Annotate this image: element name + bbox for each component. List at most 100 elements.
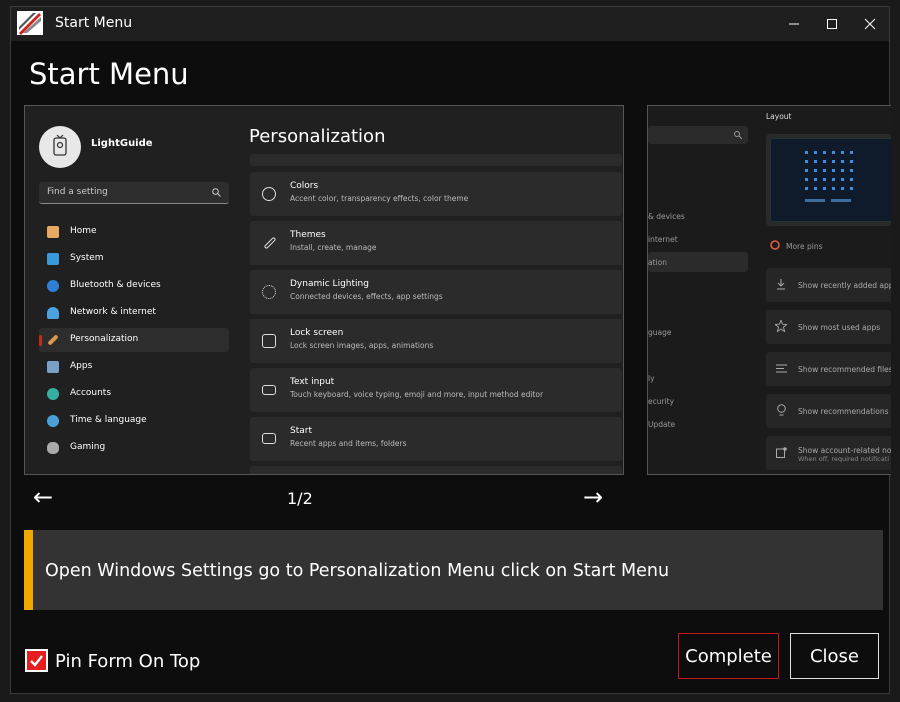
pin-form-checkbox[interactable] <box>25 649 48 672</box>
card-partial <box>250 154 622 166</box>
nav-fragment: Update <box>648 420 676 429</box>
nav-label: Personalization <box>70 334 139 344</box>
next-image-button[interactable]: → <box>583 485 603 509</box>
checkmark-icon <box>30 655 43 667</box>
page-title: Start Menu <box>29 57 189 91</box>
start-icon <box>262 433 276 444</box>
close-icon <box>864 18 876 30</box>
search-box <box>648 126 748 144</box>
card-text-input: Text input Touch keyboard, voice typing, … <box>250 368 622 412</box>
layout-label: Layout <box>766 112 792 121</box>
more-pins-label: More pins <box>786 242 823 251</box>
badge-icon <box>53 134 67 156</box>
nav-fragment: guage <box>648 328 672 337</box>
carousel-image-next: & devices internet ation guage ly ecurit… <box>647 105 891 475</box>
option-row: Show recommended files <box>766 352 891 386</box>
close-window-button[interactable] <box>851 7 889 41</box>
nav-item-accounts: Accounts <box>39 382 229 406</box>
start-preview <box>770 138 891 222</box>
lock-screen-icon <box>262 334 276 348</box>
nav-label: Apps <box>70 361 93 371</box>
palette-icon <box>262 187 276 201</box>
pin-grid-icon <box>805 151 853 202</box>
card-title: Colors <box>290 181 319 191</box>
list-icon <box>776 364 787 373</box>
apps-icon <box>47 361 59 373</box>
nav-item-system: System <box>39 247 229 271</box>
nav-fragment: ly <box>648 374 655 383</box>
pager-indicator: 1/2 <box>287 489 313 508</box>
avatar <box>39 126 81 168</box>
complete-button[interactable]: Complete <box>678 633 779 679</box>
card-title: Lock screen <box>290 328 344 338</box>
card-start: Start Recent apps and items, folders <box>250 417 622 461</box>
card-subtitle: Accent color, transparency effects, colo… <box>290 194 469 203</box>
nav-label: Accounts <box>70 388 112 398</box>
search-icon <box>212 188 221 197</box>
option-sublabel: When off, required notificati <box>798 455 890 463</box>
window-title: Start Menu <box>55 15 133 31</box>
settings-search: Find a setting <box>39 182 229 204</box>
nav-item-time-language: Time & language <box>39 409 229 433</box>
nav-label: Home <box>70 226 97 236</box>
carousel-image-current: LightGuide Find a setting Home System Bl… <box>24 105 624 475</box>
instruction-panel: Open Windows Settings go to Personalizat… <box>24 530 883 610</box>
account-name: LightGuide <box>91 138 153 149</box>
nav-item-network: Network & internet <box>39 301 229 325</box>
option-label: Show recommended files <box>798 365 891 374</box>
keyboard-icon <box>262 385 276 395</box>
card-lock-screen: Lock screen Lock screen images, apps, ani… <box>250 319 622 363</box>
star-icon <box>775 320 787 332</box>
maximize-button[interactable] <box>813 7 851 41</box>
nav-item-gaming: Gaming <box>39 436 229 460</box>
card-title: Dynamic Lighting <box>290 279 369 289</box>
pane-title: Personalization <box>249 126 386 147</box>
card-subtitle: Recent apps and items, folders <box>290 439 407 448</box>
previous-image-button[interactable]: ← <box>33 485 53 509</box>
minimize-button[interactable] <box>775 7 813 41</box>
nav-label: Network & internet <box>70 307 156 317</box>
instruction-text: Open Windows Settings go to Personalizat… <box>45 561 670 581</box>
minimize-icon <box>789 23 799 25</box>
person-icon <box>47 388 59 400</box>
option-label: Show most used apps <box>798 323 881 332</box>
close-button[interactable]: Close <box>790 633 879 679</box>
search-icon <box>734 131 742 139</box>
nav-fragment: internet <box>648 235 678 244</box>
brush-icon <box>47 334 59 346</box>
nav-fragment: ecurity <box>648 397 675 406</box>
option-row: Show account-related no When off, require… <box>766 436 891 470</box>
nav-label: Gaming <box>70 442 106 452</box>
notification-icon <box>776 447 787 458</box>
gamepad-icon <box>47 442 59 454</box>
nav-label: Bluetooth & devices <box>70 280 161 290</box>
card-colors: Colors Accent color, transparency effects… <box>250 172 622 216</box>
bluetooth-icon <box>47 280 59 292</box>
option-label: Show recently added apps <box>798 281 891 290</box>
radio-icon <box>770 240 780 250</box>
title-bar[interactable]: Start Menu <box>11 7 889 41</box>
lightbulb-icon <box>777 404 786 416</box>
nav-item-home: Home <box>39 220 229 244</box>
nav-fragment: & devices <box>648 212 685 221</box>
nav-item-apps: Apps <box>39 355 229 379</box>
option-label: Show recommendations f <box>798 407 891 416</box>
card-partial <box>250 466 622 474</box>
option-label: Show account-related no <box>798 446 891 455</box>
nav-label: System <box>70 253 104 263</box>
wifi-icon <box>47 307 59 319</box>
pen-icon <box>263 236 277 250</box>
card-subtitle: Connected devices, effects, app settings <box>290 292 443 301</box>
option-row: Show most used apps <box>766 310 891 344</box>
nav-item-bluetooth: Bluetooth & devices <box>39 274 229 298</box>
card-subtitle: Touch keyboard, voice typing, emoji and … <box>290 390 544 399</box>
globe-icon <box>47 415 59 427</box>
layout-preview <box>766 134 891 226</box>
download-icon <box>777 279 785 290</box>
pin-form-label[interactable]: Pin Form On Top <box>55 651 200 672</box>
card-themes: Themes Install, create, manage <box>250 221 622 265</box>
option-row: Show recommendations f <box>766 394 891 428</box>
nav-fragment: ation <box>648 258 667 267</box>
card-title: Start <box>290 426 312 436</box>
card-dynamic-lighting: Dynamic Lighting Connected devices, effec… <box>250 270 622 314</box>
